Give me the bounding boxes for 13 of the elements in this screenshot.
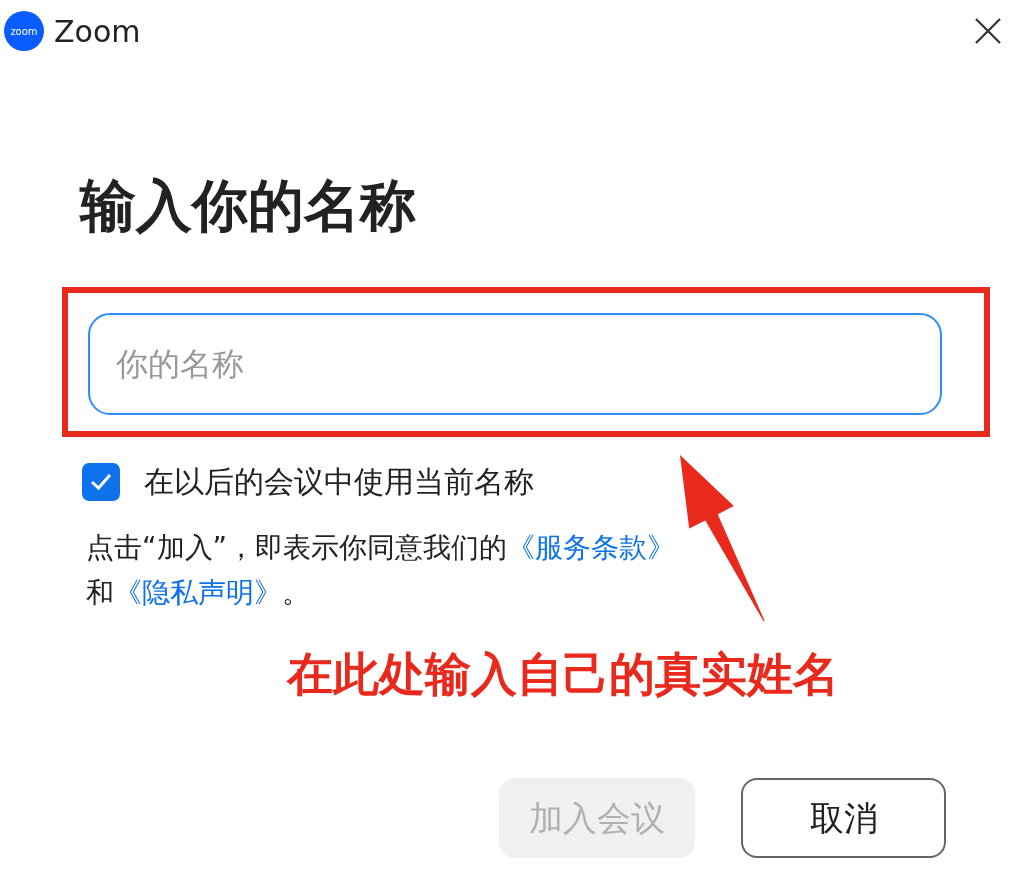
close-icon[interactable] xyxy=(974,17,1002,45)
consent-text: 点击“加入”，即表示你同意我们的《服务条款》 和《隐私声明》。 xyxy=(86,530,676,611)
checkbox-label: 在以后的会议中使用当前名称 xyxy=(144,463,534,502)
window-title: Zoom xyxy=(54,12,141,51)
terms-link[interactable]: 《隐私声明》 xyxy=(114,576,282,609)
name-input[interactable]: 你的名称 xyxy=(88,313,942,416)
checkbox[interactable] xyxy=(82,462,120,501)
arrow-icon xyxy=(680,455,765,622)
annotation-text: 在此处输入自己的真实姓名 xyxy=(287,646,839,703)
cancel-button[interactable]: 取消 xyxy=(741,778,946,858)
heading: 输入你的名称 xyxy=(80,172,417,240)
terms-link[interactable]: 《服务条款》 xyxy=(507,531,675,565)
app-logo: zoom xyxy=(4,11,44,51)
